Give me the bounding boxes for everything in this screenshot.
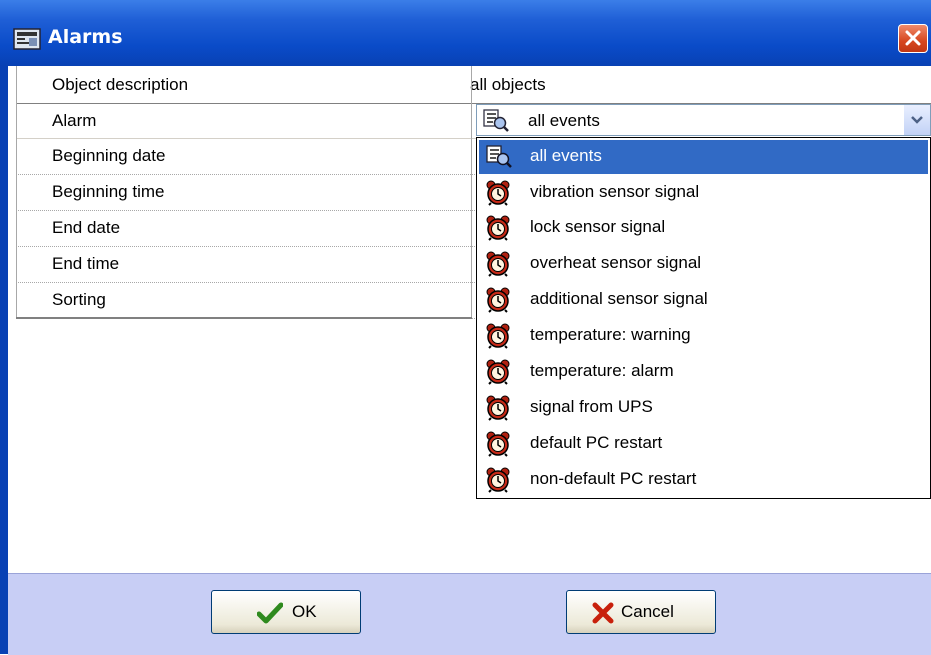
checkmark-icon (257, 602, 283, 624)
alarm-combobox[interactable]: all events (476, 104, 931, 136)
alarm-clock-icon (486, 287, 510, 317)
option-label: overheat sensor signal (530, 253, 702, 272)
alarm-clock-icon (486, 395, 510, 425)
row-label: Beginning date (52, 146, 166, 165)
alarm-clock-icon (486, 323, 510, 353)
option-non-default-pc-restart[interactable]: non-default PC restart (479, 463, 928, 497)
row-label: Sorting (52, 290, 106, 309)
option-vibration-sensor-signal[interactable]: vibration sensor signal (479, 176, 928, 210)
option-label: non-default PC restart (530, 469, 697, 488)
option-signal-from-ups[interactable]: signal from UPS (479, 391, 928, 425)
window-title: Alarms (48, 26, 123, 48)
close-button[interactable] (898, 24, 928, 53)
grid-column-separator[interactable] (471, 66, 472, 318)
row-label: End time (52, 254, 120, 273)
option-all-events[interactable]: all events (479, 140, 928, 174)
combo-selected-text: all events (528, 111, 600, 130)
option-temperature-alarm[interactable]: temperature: alarm (479, 355, 928, 389)
option-label: default PC restart (530, 433, 663, 452)
option-lock-sensor-signal[interactable]: lock sensor signal (479, 211, 928, 245)
option-label: lock sensor signal (530, 217, 666, 236)
option-overheat-sensor-signal[interactable]: overheat sensor signal (479, 247, 928, 281)
row-label: Alarm (52, 111, 97, 130)
option-label: additional sensor signal (530, 289, 708, 308)
row-label: End date (52, 218, 121, 237)
grid-left-border (16, 66, 17, 318)
row-label: Object description (52, 75, 189, 94)
alarm-clock-icon (486, 359, 510, 389)
option-additional-sensor-signal[interactable]: additional sensor signal (479, 283, 928, 317)
cancel-button-label: Cancel (621, 602, 674, 621)
option-default-pc-restart[interactable]: default PC restart (479, 427, 928, 461)
alarm-clock-icon (486, 467, 510, 497)
option-label: temperature: alarm (530, 361, 674, 380)
all-events-icon (483, 108, 509, 136)
combo-dropdown-button[interactable] (904, 105, 930, 135)
cancel-x-icon (592, 602, 614, 624)
ok-button[interactable]: OK (211, 590, 361, 634)
option-label: temperature: warning (530, 325, 691, 344)
grid-bottom-border (16, 317, 472, 319)
alarm-clock-icon (486, 180, 510, 210)
window-icon (13, 28, 41, 50)
alarm-dropdown-list: all events vibration sensor signal lock … (476, 137, 931, 499)
alarm-clock-icon (486, 431, 510, 461)
option-label: all events (530, 146, 602, 165)
cancel-button[interactable]: Cancel (566, 590, 716, 634)
row-value: all objects (470, 75, 546, 94)
option-temperature-warning[interactable]: temperature: warning (479, 319, 928, 353)
alarm-clock-icon (486, 215, 510, 245)
grid-row-object-description[interactable]: Object description all objects (16, 68, 931, 104)
option-label: signal from UPS (530, 397, 653, 416)
ok-button-label: OK (292, 602, 317, 621)
row-label: Beginning time (52, 182, 165, 201)
all-events-icon (486, 144, 512, 172)
alarm-clock-icon (486, 251, 510, 281)
title-bar: Alarms (0, 0, 931, 66)
option-label: vibration sensor signal (530, 182, 700, 201)
dialog-footer: OK Cancel (8, 573, 931, 655)
